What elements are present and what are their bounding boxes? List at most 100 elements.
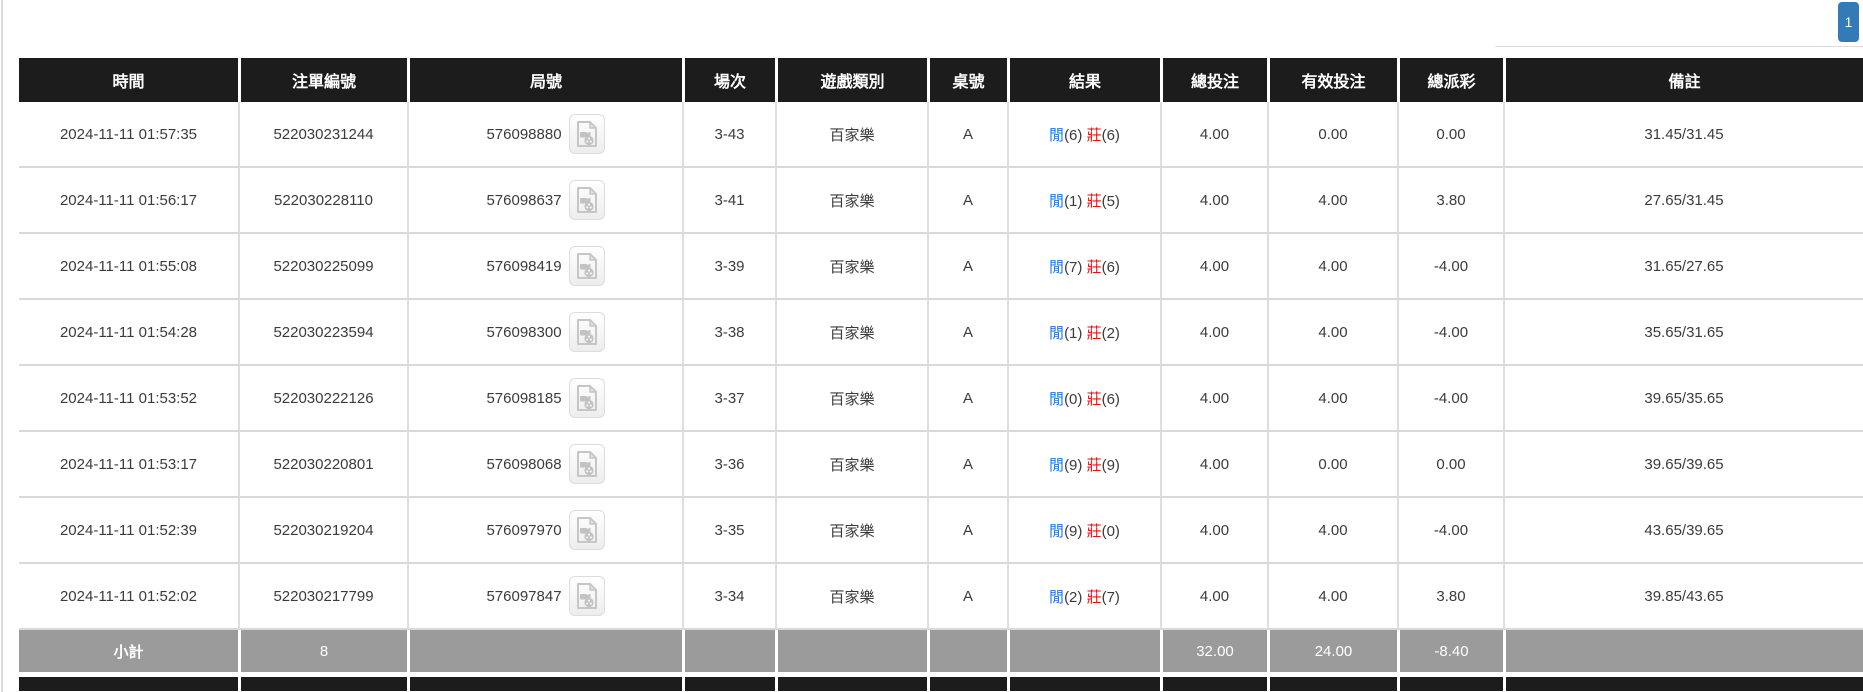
col-header-session: 場次 [682,58,775,102]
banker-result-value: (5) [1102,193,1120,210]
subtotal-count-cell: 8 [238,630,407,677]
player-result-label: 閒 [1049,127,1064,144]
table-row: 2024-11-11 01:54:28 522030223594 5760983… [19,300,1863,366]
total-payout-cell: 0.00 [1397,102,1503,168]
table-no-cell: A [927,498,1007,564]
video-replay-icon [575,186,599,214]
remark-cell: 43.65/39.65 [1503,498,1863,564]
banker-result-label: 莊 [1087,325,1102,342]
player-result-value: (7) [1064,259,1082,276]
round-number: 576098419 [486,258,561,275]
valid-bet-cell: 4.00 [1267,168,1397,234]
video-replay-button[interactable] [569,180,605,220]
player-result-label: 閒 [1049,325,1064,342]
col-header-time: 時間 [19,58,238,102]
total-payout-cell: 3.80 [1397,168,1503,234]
result-cell: 閒(1) 莊(5) [1007,168,1160,234]
video-replay-icon [575,384,599,412]
table-no-cell: A [927,300,1007,366]
table-no-cell: A [927,234,1007,300]
table-row: 2024-11-11 01:52:02 522030217799 5760978… [19,564,1863,630]
round-cell: 576098637 [407,168,682,234]
time-cell: 2024-11-11 01:52:02 [19,564,238,630]
game-type-cell: 百家樂 [775,498,927,564]
col-header-valid-bet: 有效投注 [1267,58,1397,102]
player-result-value: (1) [1064,325,1082,342]
total-bet-cell: 4.00 [1160,234,1267,300]
game-type-cell: 百家樂 [775,300,927,366]
video-replay-button[interactable] [569,114,605,154]
table-row: 2024-11-11 01:55:08 522030225099 5760984… [19,234,1863,300]
game-type-cell: 百家樂 [775,168,927,234]
total-payout-cell: -4.00 [1397,498,1503,564]
video-replay-button[interactable] [569,246,605,286]
col-header-remark: 備註 [1503,58,1863,102]
valid-bet-cell: 4.00 [1267,366,1397,432]
remark-cell: 31.65/27.65 [1503,234,1863,300]
round-cell: 576097970 [407,498,682,564]
session-cell: 3-43 [682,102,775,168]
time-cell: 2024-11-11 01:54:28 [19,300,238,366]
col-header-total-bet: 總投注 [1160,58,1267,102]
video-replay-icon [575,450,599,478]
total-bet-cell: 4.00 [1160,102,1267,168]
time-cell: 2024-11-11 01:53:17 [19,432,238,498]
player-result-label: 閒 [1049,259,1064,276]
remark-cell: 35.65/31.65 [1503,300,1863,366]
banker-result-label: 莊 [1087,523,1102,540]
remark-cell: 27.65/31.45 [1503,168,1863,234]
time-cell: 2024-11-11 01:53:52 [19,366,238,432]
col-header-bet-id: 注單編號 [238,58,407,102]
valid-bet-cell: 4.00 [1267,300,1397,366]
banker-result-value: (0) [1102,523,1120,540]
valid-bet-cell: 0.00 [1267,432,1397,498]
banker-result-value: (2) [1102,325,1120,342]
remark-cell: 31.45/31.45 [1503,102,1863,168]
page-button-1[interactable]: 1 [1838,2,1859,42]
table-row: 2024-11-11 01:52:39 522030219204 5760979… [19,498,1863,564]
round-number: 576098880 [486,126,561,143]
player-result-label: 閒 [1049,589,1064,606]
subtotal-remark-cell [1503,630,1863,677]
bet-id-cell: 522030222126 [238,366,407,432]
round-number: 576098300 [486,324,561,341]
video-replay-button[interactable] [569,576,605,616]
video-replay-button[interactable] [569,312,605,352]
round-cell: 576098419 [407,234,682,300]
col-header-total-payout: 總派彩 [1397,58,1503,102]
video-replay-icon [575,252,599,280]
video-replay-button[interactable] [569,510,605,550]
subtotal-session-cell [682,630,775,677]
game-type-cell: 百家樂 [775,102,927,168]
subtotal-game-cell [775,630,927,677]
banker-result-value: (7) [1102,589,1120,606]
result-cell: 閒(1) 莊(2) [1007,300,1160,366]
table-row: 2024-11-11 01:53:52 522030222126 5760981… [19,366,1863,432]
subtotal-round-cell [407,630,682,677]
video-replay-button[interactable] [569,444,605,484]
bet-id-cell: 522030223594 [238,300,407,366]
total-payout-cell: -4.00 [1397,234,1503,300]
valid-bet-cell: 4.00 [1267,234,1397,300]
remark-cell: 39.65/39.65 [1503,432,1863,498]
banker-result-label: 莊 [1087,391,1102,408]
video-replay-icon [575,516,599,544]
time-cell: 2024-11-11 01:55:08 [19,234,238,300]
player-result-value: (1) [1064,193,1082,210]
total-bet-cell: 4.00 [1160,432,1267,498]
video-replay-button[interactable] [569,378,605,418]
total-bet-cell: 4.00 [1160,564,1267,630]
subtotal-table-cell [927,630,1007,677]
video-replay-icon [575,318,599,346]
banker-result-label: 莊 [1087,259,1102,276]
bet-id-cell: 522030217799 [238,564,407,630]
player-result-label: 閒 [1049,457,1064,474]
video-replay-icon [575,582,599,610]
session-cell: 3-39 [682,234,775,300]
total-payout-cell: 3.80 [1397,564,1503,630]
session-cell: 3-35 [682,498,775,564]
total-payout-cell: -4.00 [1397,366,1503,432]
round-cell: 576098880 [407,102,682,168]
banker-result-label: 莊 [1087,127,1102,144]
player-result-value: (0) [1064,391,1082,408]
